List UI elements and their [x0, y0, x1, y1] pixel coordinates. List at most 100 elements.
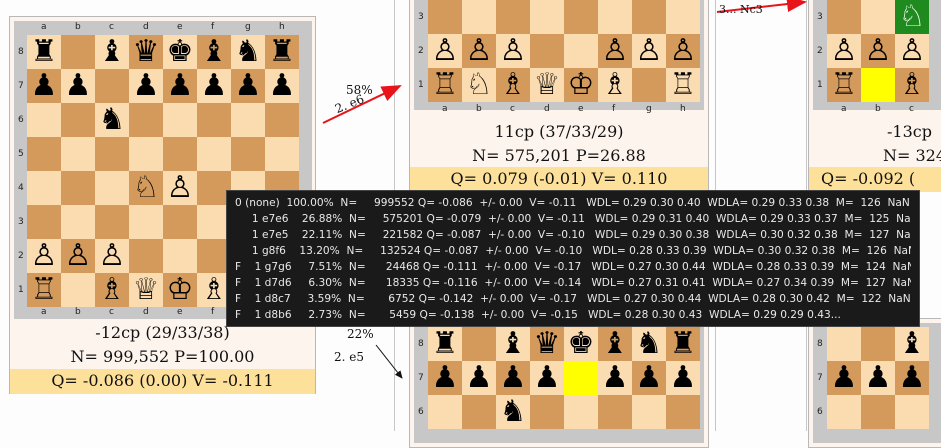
- board-square[interactable]: [27, 137, 61, 171]
- edge-label-e5-move[interactable]: 2. e5: [334, 350, 364, 364]
- board-square[interactable]: [861, 68, 895, 102]
- board-square[interactable]: ♟: [530, 361, 564, 395]
- board-square[interactable]: [530, 395, 564, 429]
- board-square[interactable]: [129, 103, 163, 137]
- bottom-right-chess-board[interactable]: ♝ ♟ ♟ ♟: [827, 327, 929, 429]
- board-square[interactable]: [462, 327, 496, 361]
- child-node-e6[interactable]: ♙ ♙ ♙ ♙ ♙ ♙ ♖ ♘ ♗ ♕ ♔ ♗ ♖ 11cp (37/33/29) N= 575,201…: [409, 0, 709, 192]
- board-square[interactable]: [666, 395, 700, 429]
- board-square[interactable]: [27, 103, 61, 137]
- board-square[interactable]: ♟: [163, 69, 197, 103]
- board-square[interactable]: ♟: [861, 361, 895, 395]
- board-square[interactable]: ♟: [666, 361, 700, 395]
- board-square[interactable]: [564, 361, 598, 395]
- board-square[interactable]: ♟: [598, 361, 632, 395]
- board-square[interactable]: ♟: [827, 361, 861, 395]
- board-square[interactable]: ♖: [27, 273, 61, 307]
- board-square[interactable]: ♟: [462, 361, 496, 395]
- board-square[interactable]: [598, 0, 632, 34]
- board-square[interactable]: ♙: [428, 34, 462, 68]
- board-square[interactable]: ♙: [827, 34, 861, 68]
- board-square[interactable]: ♚: [163, 35, 197, 69]
- board-square[interactable]: ♟: [632, 361, 666, 395]
- board-square[interactable]: [530, 0, 564, 34]
- board-square[interactable]: [163, 239, 197, 273]
- board-square[interactable]: ♙: [598, 34, 632, 68]
- board-square[interactable]: ♗: [895, 68, 929, 102]
- child-node-e5[interactable]: ♜ ♝ ♛ ♚ ♝ ♞ ♜ ♟ ♟ ♟ ♟ ♟ ♟ ♟ ♞ 876: [409, 318, 709, 448]
- board-square[interactable]: [163, 137, 197, 171]
- board-square[interactable]: ♚: [564, 327, 598, 361]
- board-square[interactable]: [129, 239, 163, 273]
- board-square[interactable]: ♝: [598, 327, 632, 361]
- board-square[interactable]: ♘: [895, 0, 929, 34]
- board-square[interactable]: [265, 137, 299, 171]
- board-square[interactable]: [827, 395, 861, 429]
- e5-chess-board[interactable]: ♜ ♝ ♛ ♚ ♝ ♞ ♜ ♟ ♟ ♟ ♟ ♟ ♟ ♟ ♞: [428, 327, 700, 429]
- board-square[interactable]: ♜: [428, 327, 462, 361]
- board-square[interactable]: [861, 327, 895, 361]
- board-square[interactable]: [462, 395, 496, 429]
- board-square[interactable]: ♘: [129, 171, 163, 205]
- board-square[interactable]: [61, 137, 95, 171]
- edge-label-nc3-move[interactable]: 3... Nc3: [719, 3, 763, 16]
- board-square[interactable]: [27, 171, 61, 205]
- board-square[interactable]: ♝: [895, 327, 929, 361]
- board-square[interactable]: [163, 103, 197, 137]
- board-square[interactable]: [95, 69, 129, 103]
- board-square[interactable]: [428, 0, 462, 34]
- board-square[interactable]: [231, 137, 265, 171]
- board-square[interactable]: ♜: [666, 327, 700, 361]
- board-square[interactable]: [827, 0, 861, 34]
- board-square[interactable]: ♖: [428, 68, 462, 102]
- board-square[interactable]: [95, 205, 129, 239]
- board-square[interactable]: [462, 0, 496, 34]
- nc3-chess-board[interactable]: ♘ ♙ ♙ ♙ ♖ ♗: [827, 0, 929, 102]
- board-square[interactable]: [861, 0, 895, 34]
- board-square[interactable]: [231, 103, 265, 137]
- board-square[interactable]: [265, 103, 299, 137]
- board-square[interactable]: ♙: [95, 239, 129, 273]
- board-square[interactable]: ♝: [496, 327, 530, 361]
- board-square[interactable]: [496, 0, 530, 34]
- board-square[interactable]: ♟: [895, 361, 929, 395]
- board-square[interactable]: ♝: [197, 35, 231, 69]
- board-square[interactable]: [61, 205, 95, 239]
- board-square[interactable]: [27, 205, 61, 239]
- board-square[interactable]: [61, 35, 95, 69]
- board-square[interactable]: [129, 205, 163, 239]
- board-square[interactable]: ♙: [61, 239, 95, 273]
- board-square[interactable]: ♛: [129, 35, 163, 69]
- board-square[interactable]: ♞: [632, 327, 666, 361]
- board-square[interactable]: [598, 395, 632, 429]
- board-square[interactable]: ♟: [129, 69, 163, 103]
- board-square[interactable]: [61, 273, 95, 307]
- board-square[interactable]: [197, 137, 231, 171]
- board-square[interactable]: ♔: [163, 273, 197, 307]
- board-square[interactable]: ♝: [95, 35, 129, 69]
- board-square[interactable]: [95, 137, 129, 171]
- board-square[interactable]: [564, 395, 598, 429]
- board-square[interactable]: [564, 34, 598, 68]
- board-square[interactable]: ♙: [632, 34, 666, 68]
- board-square[interactable]: ♞: [496, 395, 530, 429]
- board-square[interactable]: ♖: [827, 68, 861, 102]
- board-square[interactable]: [129, 137, 163, 171]
- child-node-nc3[interactable]: ♘♙♙♙♖♗ -13cp N= 324, Q= -0.092 ( abc321: [808, 0, 941, 192]
- board-square[interactable]: [197, 103, 231, 137]
- board-square[interactable]: ♟: [496, 361, 530, 395]
- board-square[interactable]: ♞: [231, 35, 265, 69]
- board-square[interactable]: [61, 103, 95, 137]
- board-square[interactable]: ♞: [95, 103, 129, 137]
- board-square[interactable]: [163, 205, 197, 239]
- board-square[interactable]: [564, 0, 598, 34]
- board-square[interactable]: [95, 171, 129, 205]
- board-square[interactable]: [895, 395, 929, 429]
- board-square[interactable]: ♙: [462, 34, 496, 68]
- board-square[interactable]: ♙: [496, 34, 530, 68]
- board-square[interactable]: ♘: [462, 68, 496, 102]
- board-square[interactable]: [632, 395, 666, 429]
- board-square[interactable]: ♟: [265, 69, 299, 103]
- board-square[interactable]: [861, 395, 895, 429]
- board-square[interactable]: ♟: [428, 361, 462, 395]
